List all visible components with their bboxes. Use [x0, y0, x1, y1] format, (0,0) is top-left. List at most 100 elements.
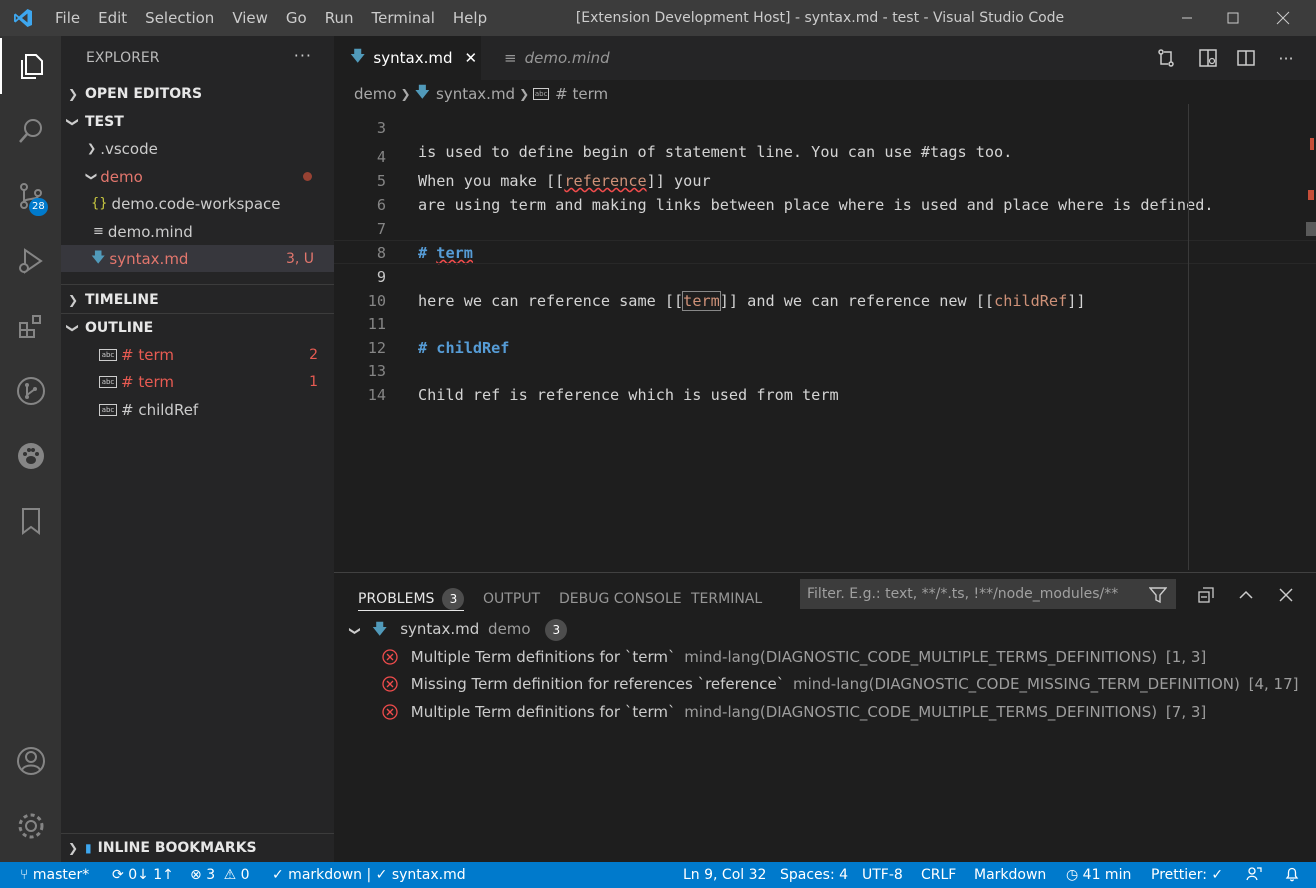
tree-item-demo[interactable]: ❯ demo: [61, 163, 334, 190]
filter-icon[interactable]: [1146, 583, 1170, 607]
menu-edit[interactable]: Edit: [89, 0, 136, 36]
sync-status[interactable]: ⟳ 0↓ 1↑: [112, 862, 174, 888]
eol-status[interactable]: CRLF: [921, 862, 956, 888]
close-window-icon[interactable]: [1260, 0, 1306, 36]
paw-icon[interactable]: [0, 428, 61, 484]
prettier-status[interactable]: Prettier: ✓: [1151, 862, 1223, 888]
editor-tabs: 🡇 syntax.md ✕ ≡ demo.mind ···: [334, 36, 1316, 80]
tab-output[interactable]: OUTPUT: [483, 587, 540, 611]
breadcrumb-folder[interactable]: demo: [354, 85, 397, 103]
split-editor-icon[interactable]: [1232, 44, 1260, 72]
problem-item[interactable]: Missing Term definition for references `…: [382, 671, 1299, 697]
problem-position: [4, 17]: [1248, 675, 1299, 693]
maximize-icon[interactable]: [1210, 0, 1256, 36]
menu-bar: File Edit Selection View Go Run Terminal…: [46, 0, 496, 36]
language-mode[interactable]: Markdown: [974, 862, 1046, 888]
bookmarks-label: INLINE BOOKMARKS: [97, 840, 257, 856]
explorer-icon[interactable]: [0, 38, 61, 94]
tree-item-demo-mind[interactable]: ≡ demo.mind: [61, 218, 334, 245]
test-folder-section[interactable]: ❯ TEST: [61, 109, 334, 135]
chevron-right-icon: ❯: [87, 142, 97, 155]
search-icon[interactable]: [0, 103, 61, 159]
bookmark-icon[interactable]: [0, 493, 61, 549]
problems-filter-input[interactable]: Filter. E.g.: text, **/*.ts, !**/node_mo…: [800, 579, 1176, 609]
tree-item-label: .vscode: [100, 139, 158, 158]
error-icon: [382, 649, 398, 665]
timeline-section[interactable]: ❯ TIMELINE: [61, 287, 334, 313]
maximize-panel-icon[interactable]: [1234, 583, 1258, 607]
tree-item-demo-workspace[interactable]: {} demo.code-workspace: [61, 190, 334, 217]
tab-debug-console[interactable]: DEBUG CONSOLE: [559, 587, 682, 611]
time-tracker[interactable]: ◷ 41 min: [1066, 862, 1131, 888]
settings-gear-icon[interactable]: [0, 798, 61, 854]
close-panel-icon[interactable]: [1274, 583, 1298, 607]
problems-decoration: 3, U: [285, 250, 314, 267]
chevron-down-icon: ❯: [85, 171, 99, 182]
tree-item-label: demo: [100, 167, 143, 186]
status-bar: ⑂ master* ⟳ 0↓ 1↑ ⊗ 3 ⚠ 0 ✓ markdown | ✓…: [0, 862, 1316, 888]
branch-status[interactable]: ⑂ master*: [20, 862, 89, 888]
source-control-icon[interactable]: 28: [0, 168, 61, 224]
problems-file-row[interactable]: ❯ 🡇 syntax.md demo 3: [349, 616, 568, 642]
open-changes-icon[interactable]: [1152, 44, 1180, 72]
scrollbar-thumb[interactable]: [1306, 222, 1316, 236]
close-tab-icon[interactable]: ✕: [464, 49, 477, 67]
collapse-all-icon[interactable]: [1194, 583, 1218, 607]
menu-run[interactable]: Run: [316, 0, 363, 36]
problem-item[interactable]: Multiple Term definitions for `term` min…: [382, 699, 1206, 725]
feedback-icon[interactable]: [1246, 862, 1262, 888]
run-debug-icon[interactable]: [0, 233, 61, 289]
menu-selection[interactable]: Selection: [136, 0, 223, 36]
cursor-position[interactable]: Ln 9, Col 32: [683, 862, 766, 888]
more-actions-icon[interactable]: ···: [1272, 44, 1300, 72]
indentation-status[interactable]: Spaces: 4: [780, 862, 848, 888]
outline-item-term-2[interactable]: abc # term 1: [61, 368, 334, 395]
string-symbol-icon: abc: [99, 375, 117, 388]
section-divider: [61, 833, 334, 834]
markdown-arrow-icon: 🡇: [372, 620, 388, 638]
code-editor[interactable]: 3 is used to define begin of statement l…: [334, 104, 1316, 570]
outline-item-childref[interactable]: abc # childRef: [61, 396, 334, 423]
notifications-bell-icon[interactable]: [1284, 862, 1300, 888]
outline-section[interactable]: ❯ OUTLINE: [61, 315, 334, 341]
menu-view[interactable]: View: [223, 0, 277, 36]
menu-go[interactable]: Go: [277, 0, 316, 36]
minimize-icon[interactable]: [1164, 0, 1210, 36]
breadcrumb-symbol[interactable]: # term: [555, 85, 608, 103]
line-text: Child ref is reference which is used fro…: [418, 386, 839, 404]
tab-terminal[interactable]: TERMINAL: [691, 587, 762, 611]
problem-item[interactable]: Multiple Term definitions for `term` min…: [382, 644, 1206, 670]
error-icon: ⊗: [190, 867, 202, 883]
lint-status[interactable]: ✓ markdown | ✓ syntax.md: [272, 862, 466, 888]
extensions-icon[interactable]: [0, 298, 61, 354]
open-preview-icon[interactable]: [1194, 44, 1222, 72]
problem-message: Missing Term definition for references `…: [410, 675, 785, 693]
outline-item-count: 1: [309, 373, 318, 390]
git-branch-icon: ⑂: [20, 867, 29, 883]
tree-item-label: demo.mind: [107, 222, 193, 241]
chevron-down-icon: ❯: [66, 322, 80, 334]
vscode-logo-icon: [0, 0, 46, 36]
account-icon[interactable]: [0, 733, 61, 789]
problems-count-badge: 3: [442, 588, 465, 610]
breadcrumb-file[interactable]: syntax.md: [436, 85, 515, 103]
menu-terminal[interactable]: Terminal: [363, 0, 444, 36]
outline-item-term-1[interactable]: abc # term 2: [61, 341, 334, 368]
git-graph-icon[interactable]: [0, 363, 61, 419]
menu-help[interactable]: Help: [444, 0, 496, 36]
encoding-status[interactable]: UTF-8: [862, 862, 903, 888]
tree-item-vscode[interactable]: ❯ .vscode: [61, 135, 334, 162]
tree-item-syntax-md[interactable]: 🡇 syntax.md 3, U: [61, 245, 334, 272]
inline-bookmarks-section[interactable]: ❯ ▮ INLINE BOOKMARKS: [61, 835, 334, 861]
error-count: 3: [206, 867, 216, 883]
problems-status[interactable]: ⊗ 3 ⚠ 0: [190, 862, 250, 888]
tab-syntax-md[interactable]: 🡇 syntax.md ✕: [334, 36, 481, 80]
open-editors-section[interactable]: ❯ OPEN EDITORS: [61, 81, 334, 107]
more-actions-icon[interactable]: ···: [294, 46, 312, 65]
sync-counts: 0↓ 1↑: [128, 867, 174, 883]
menu-file[interactable]: File: [46, 0, 89, 36]
tab-problems[interactable]: PROBLEMS 3: [358, 587, 465, 611]
warning-count: 0: [240, 867, 250, 883]
chevron-right-icon: ❯: [400, 87, 411, 101]
tab-demo-mind[interactable]: ≡ demo.mind: [482, 36, 632, 80]
